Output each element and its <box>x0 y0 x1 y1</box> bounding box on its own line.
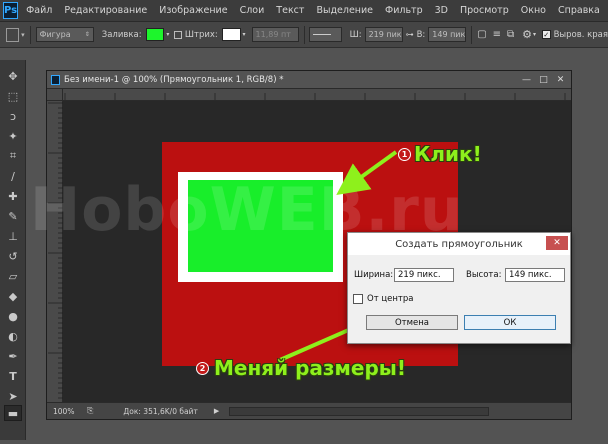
shape-mode-select[interactable]: Фигура ⇕ <box>35 27 94 42</box>
marquee-tool-icon[interactable]: ⬚ <box>4 88 22 104</box>
rectangle-tool-icon[interactable]: ▬ <box>4 405 22 421</box>
path-alignment-icon[interactable]: ≡ <box>493 29 501 40</box>
lasso-tool-icon[interactable]: ↄ <box>4 108 22 124</box>
stroke-color-swatch[interactable] <box>221 28 241 41</box>
from-center-checkbox[interactable] <box>353 294 363 304</box>
options-bar: ▾ Фигура ⇕ Заливка: ▾ Штрих: ▾ 11,89 пт Ш… <box>0 22 608 48</box>
move-tool-icon[interactable]: ✥ <box>4 68 22 84</box>
pen-tool-icon[interactable]: ✒ <box>4 348 22 364</box>
ruler-ticks <box>64 93 566 100</box>
zoom-level[interactable]: 100% <box>53 407 81 416</box>
document-info: Док: 351,6K/0 байт <box>123 406 198 416</box>
dialog-close-button[interactable]: ✕ <box>546 236 568 250</box>
menu-window[interactable]: Окно <box>521 5 546 16</box>
width-label: Ш: <box>349 29 362 40</box>
chevron-down-icon[interactable]: ▾ <box>166 31 169 38</box>
align-edges-checkbox[interactable]: ✓ <box>542 30 551 39</box>
stroke-type-select[interactable] <box>309 27 342 42</box>
type-tool-icon[interactable]: T <box>4 368 22 384</box>
share-icon[interactable]: ⎘ <box>87 406 93 416</box>
tools-panel: ✥ ⬚ ↄ ✦ ⌗ ∕ ✚ ✎ ⊥ ↺ ▱ ◆ ● ◐ ✒ T ➤ ▬ <box>0 60 26 440</box>
chevron-updown-icon: ⇕ <box>84 31 90 38</box>
horizontal-scrollbar[interactable] <box>229 406 490 416</box>
link-icon[interactable]: ⊶ <box>406 30 414 39</box>
document-title: Без имени-1 @ 100% (Прямоугольник 1, RGB… <box>64 74 284 85</box>
height-input[interactable]: 149 пик <box>428 27 467 42</box>
menu-type[interactable]: Текст <box>276 5 304 16</box>
step-1-badge: 1 <box>398 148 411 161</box>
menu-bar: Ps Файл Редактирование Изображение Слои … <box>0 0 608 22</box>
width-label: Ширина: <box>354 270 394 280</box>
ruler-corner <box>47 89 63 101</box>
menu-select[interactable]: Выделение <box>316 5 373 16</box>
width-input[interactable]: 219 пик <box>364 27 403 42</box>
chevron-down-icon[interactable]: ▾ <box>243 31 246 38</box>
step-2-callout: Меняй размеры! <box>214 356 406 380</box>
rectangle-tool-icon[interactable] <box>6 27 20 42</box>
gear-icon[interactable]: ⚙ <box>522 28 532 41</box>
green-rectangle-shape[interactable] <box>188 180 333 272</box>
create-rectangle-dialog: Создать прямоугольник ✕ Ширина: 219 пикс… <box>347 232 571 344</box>
blur-tool-icon[interactable]: ● <box>4 308 22 324</box>
path-arrangement-icon[interactable]: ⧉ <box>507 29 514 40</box>
stroke-size-input[interactable]: 11,89 пт <box>251 27 299 42</box>
align-edges-label: Выров. края <box>553 29 608 40</box>
close-icon[interactable]: ✕ <box>554 73 567 86</box>
dialog-title: Создать прямоугольник <box>348 233 570 255</box>
dodge-tool-icon[interactable]: ◐ <box>4 328 22 344</box>
menu-file[interactable]: Файл <box>26 5 52 16</box>
ok-button[interactable]: ОК <box>464 315 556 330</box>
eyedropper-tool-icon[interactable]: ∕ <box>4 168 22 184</box>
ruler-ticks <box>48 102 63 399</box>
step-2-badge: 2 <box>196 362 209 375</box>
height-field[interactable]: 149 пикс. <box>505 268 565 282</box>
menu-help[interactable]: Справка <box>558 5 600 16</box>
stroke-label: Штрих: <box>184 29 218 40</box>
document-icon <box>51 74 60 85</box>
menu-edit[interactable]: Редактирование <box>64 5 147 16</box>
horizontal-ruler[interactable] <box>63 89 571 101</box>
height-label: Высота: <box>466 270 502 280</box>
fill-label: Заливка: <box>101 29 142 40</box>
minimize-icon[interactable]: — <box>520 73 533 86</box>
maximize-icon[interactable]: □ <box>537 73 550 86</box>
crop-tool-icon[interactable]: ⌗ <box>4 148 22 164</box>
cancel-button[interactable]: Отмена <box>366 315 458 330</box>
menu-3d[interactable]: 3D <box>435 5 448 16</box>
chevron-right-icon[interactable]: ▶ <box>214 407 219 415</box>
path-operations-icon[interactable]: ▢ <box>477 29 486 40</box>
stroke-icon <box>174 30 182 39</box>
brush-tool-icon[interactable]: ✎ <box>4 208 22 224</box>
menu-filter[interactable]: Фильтр <box>385 5 423 16</box>
fill-color-swatch[interactable] <box>145 28 165 41</box>
height-label: В: <box>416 29 426 40</box>
status-bar: 100% ⎘ Док: 351,6K/0 байт ▶ <box>47 402 571 419</box>
paint-bucket-tool-icon[interactable]: ◆ <box>4 288 22 304</box>
menu-layers[interactable]: Слои <box>240 5 265 16</box>
vertical-ruler[interactable] <box>47 101 63 403</box>
magic-wand-tool-icon[interactable]: ✦ <box>4 128 22 144</box>
path-selection-tool-icon[interactable]: ➤ <box>4 388 22 404</box>
chevron-down-icon[interactable]: ▾ <box>21 31 25 39</box>
from-center-label: От центра <box>367 294 414 304</box>
document-title-bar[interactable]: Без имени-1 @ 100% (Прямоугольник 1, RGB… <box>47 71 571 89</box>
chevron-down-icon[interactable]: ▾ <box>533 31 536 38</box>
clone-stamp-tool-icon[interactable]: ⊥ <box>4 228 22 244</box>
step-1-callout: Клик! <box>414 142 482 166</box>
eraser-tool-icon[interactable]: ▱ <box>4 268 22 284</box>
width-field[interactable]: 219 пикс. <box>394 268 454 282</box>
healing-brush-tool-icon[interactable]: ✚ <box>4 188 22 204</box>
history-brush-tool-icon[interactable]: ↺ <box>4 248 22 264</box>
menu-image[interactable]: Изображение <box>159 5 227 16</box>
menu-view[interactable]: Просмотр <box>460 5 509 16</box>
photoshop-logo: Ps <box>3 2 19 19</box>
